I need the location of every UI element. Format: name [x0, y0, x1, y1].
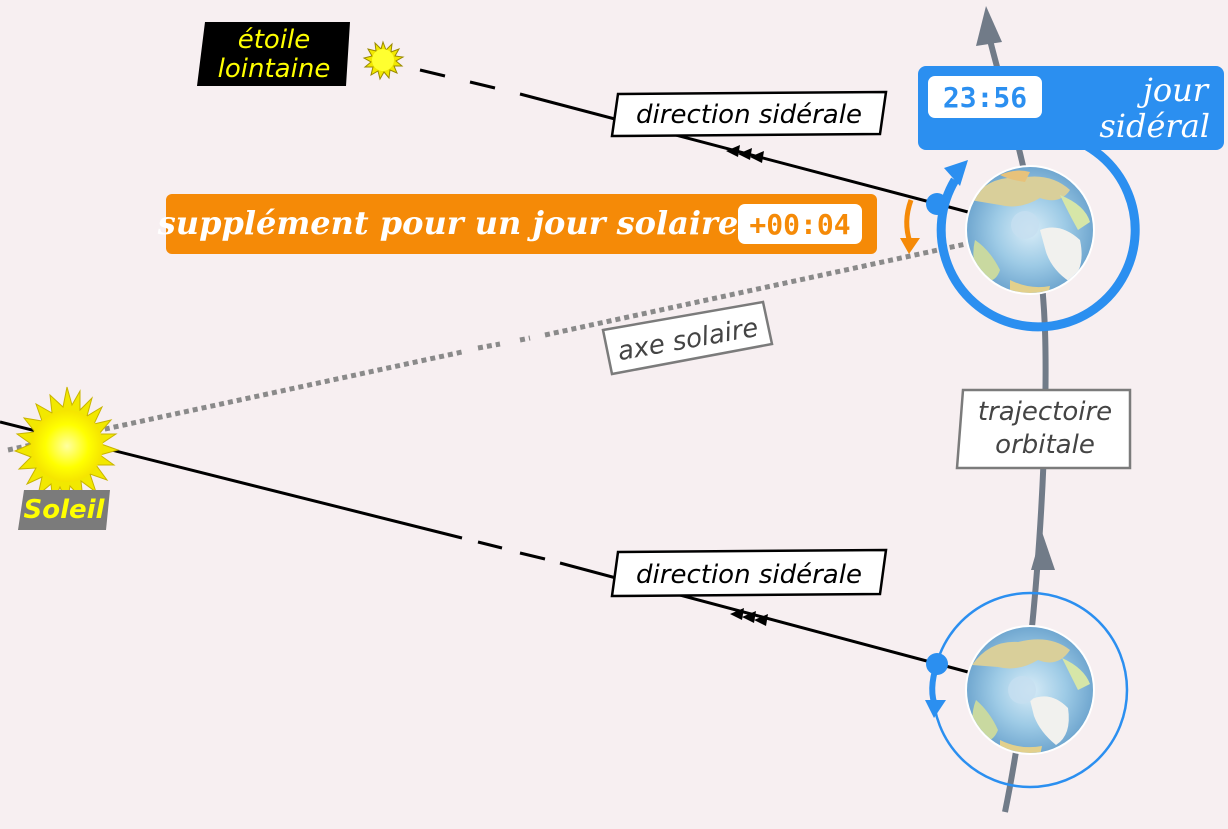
diagram-canvas: étoile lointaine direction sidérale dire…	[0, 6, 1224, 813]
supplement-arc	[900, 199, 920, 254]
dot-icon	[926, 653, 948, 675]
solar-axis-line	[7, 239, 976, 453]
dot-icon	[926, 193, 948, 215]
orbital-path-line2: orbitale	[995, 430, 1095, 460]
arrow-chevrons	[726, 145, 740, 157]
sidereal-day-time-text: 23:56	[943, 81, 1027, 114]
orbital-path-line1: trajectoire	[978, 397, 1112, 427]
rotation-arrowhead	[925, 700, 946, 718]
sidereal-direction-line-bottom	[0, 420, 969, 674]
sidereal-day-line1: jour	[1137, 71, 1210, 109]
sidereal-vs-solar-day-diagram: étoile lointaine direction sidérale dire…	[0, 0, 1228, 824]
sidereal-direction-text-bottom: direction sidérale	[636, 560, 862, 590]
sun-icon	[13, 386, 120, 506]
sun-label-text: Soleil	[24, 495, 106, 525]
orbital-path-label: trajectoire orbitale	[955, 388, 1132, 470]
orbit-arrowhead-top	[976, 6, 1002, 46]
distant-star-label-line2: lointaine	[218, 54, 331, 84]
solar-supplement-banner: supplément pour un jour solaire +00:04	[157, 194, 877, 254]
orbit-arrowhead-middle	[1031, 532, 1055, 570]
sidereal-direction-label-top: direction sidérale	[610, 90, 888, 138]
solar-supplement-text: supplément pour un jour solaire	[157, 204, 738, 242]
earth-polar-view-icon	[965, 625, 1095, 755]
distant-star-label: étoile lointaine	[197, 22, 350, 86]
solar-axis-label: axe solaire	[601, 300, 774, 376]
sidereal-day-line2: sidéral	[1099, 107, 1210, 145]
sidereal-direction-text-top: direction sidérale	[636, 100, 862, 130]
sidereal-direction-label-bottom: direction sidérale	[610, 548, 888, 598]
sidereal-day-banner: 23:56 jour sidéral	[918, 66, 1224, 150]
earth-polar-view-icon	[965, 165, 1095, 295]
distant-star-label-line1: étoile	[238, 25, 311, 55]
supplement-time-text: +00:04	[749, 208, 850, 241]
star-icon	[362, 40, 405, 81]
sun-label: Soleil	[18, 490, 110, 530]
